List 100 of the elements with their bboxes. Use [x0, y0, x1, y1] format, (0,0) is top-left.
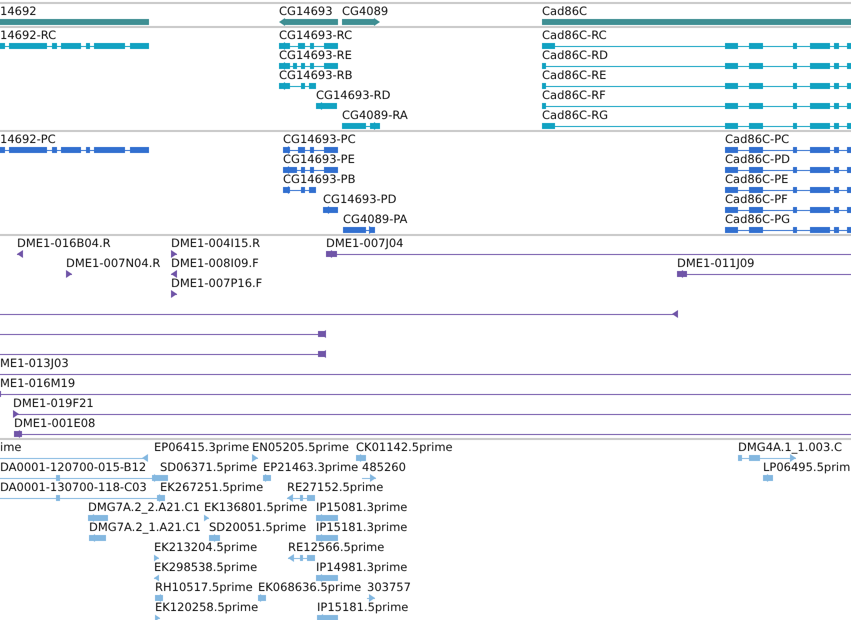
est-glyph[interactable]: [209, 534, 220, 542]
est-glyph[interactable]: [158, 474, 168, 482]
clone-glyph[interactable]: [13, 410, 851, 418]
est-glyph[interactable]: [154, 574, 159, 582]
est-glyph[interactable]: [316, 574, 338, 582]
est-glyph[interactable]: [367, 594, 375, 602]
feature-label: RE27152.5prime: [287, 481, 384, 494]
clone-glyph[interactable]: [66, 270, 72, 278]
est-glyph[interactable]: [0, 494, 165, 502]
protein-glyph[interactable]: [343, 226, 375, 234]
est-glyph[interactable]: [89, 534, 106, 542]
gene-bar[interactable]: [542, 18, 851, 26]
transcript-glyph[interactable]: [542, 122, 851, 130]
transcript-glyph[interactable]: [542, 82, 851, 90]
feature-label: EK298538.5prime: [154, 561, 258, 574]
feature-label: DME1-016B04.R: [17, 237, 111, 250]
transcript-glyph[interactable]: [542, 102, 851, 110]
protein-glyph[interactable]: [725, 146, 851, 154]
feature-label: EP06415.3prime: [154, 441, 250, 454]
gene-bar[interactable]: [342, 18, 380, 26]
feature-label: DME1-007P16.F: [171, 277, 262, 290]
protein-glyph[interactable]: [725, 206, 851, 214]
est-glyph[interactable]: [288, 554, 315, 562]
feature-label: CG14693-RB: [279, 69, 353, 82]
feature-label: Cad86C-PG: [725, 213, 790, 226]
feature-label: Cad86C-RE: [542, 69, 606, 82]
feature-label: CG4089: [342, 5, 388, 18]
protein-glyph[interactable]: [283, 146, 338, 154]
est-glyph[interactable]: [362, 474, 376, 482]
protein-glyph[interactable]: [0, 146, 149, 154]
feature-label: 14692-RC: [0, 29, 56, 42]
feature-label: Cad86C-RG: [542, 109, 608, 122]
est-glyph[interactable]: [287, 494, 315, 502]
feature-label: EP21463.3prime: [263, 461, 358, 474]
protein-glyph[interactable]: [323, 206, 338, 214]
protein-glyph[interactable]: [725, 186, 851, 194]
feature-label: DA0001-130700-118-C03: [0, 481, 147, 494]
feature-label: EK068636.5prime: [258, 581, 362, 594]
transcript-glyph[interactable]: [316, 102, 337, 110]
transcript-glyph[interactable]: [542, 42, 851, 50]
feature-label: CG14693-PC: [283, 133, 356, 146]
protein-glyph[interactable]: [725, 226, 851, 234]
feature-label: IP15181.5prime: [317, 601, 408, 614]
gene-bar[interactable]: [279, 18, 338, 26]
clone-glyph[interactable]: [0, 350, 326, 358]
est-glyph[interactable]: [356, 454, 366, 462]
feature-label: DME1-011J09: [677, 257, 754, 270]
feature-label: EK267251.5prime: [160, 481, 264, 494]
clone-glyph[interactable]: [17, 250, 23, 258]
transcript-glyph[interactable]: [542, 62, 851, 70]
est-glyph[interactable]: [738, 454, 796, 462]
transcript-glyph[interactable]: [342, 122, 380, 130]
feature-label: CG14693-RD: [316, 89, 391, 102]
est-glyph[interactable]: [0, 474, 160, 482]
clone-glyph[interactable]: [0, 310, 678, 318]
est-glyph[interactable]: [0, 454, 148, 462]
protein-glyph[interactable]: [283, 166, 338, 174]
est-glyph[interactable]: [317, 614, 338, 620]
feature-label: Cad86C-PE: [725, 173, 788, 186]
transcript-glyph[interactable]: [279, 42, 338, 50]
feature-label: CG4089-RA: [342, 109, 408, 122]
est-glyph[interactable]: [763, 474, 773, 482]
est-glyph[interactable]: [252, 454, 258, 462]
est-glyph[interactable]: [316, 514, 338, 522]
est-glyph[interactable]: [263, 474, 271, 482]
clone-glyph[interactable]: [0, 390, 851, 398]
transcript-glyph[interactable]: [0, 42, 149, 50]
est-glyph[interactable]: [258, 594, 266, 602]
feature-label: DA0001-120700-015-B12: [0, 461, 146, 474]
gene-bar[interactable]: [0, 18, 149, 26]
feature-label: Cad86C-RD: [542, 49, 608, 62]
feature-label: Cad86C-RF: [542, 89, 606, 102]
feature-label: CG14693-PE: [283, 153, 355, 166]
feature-label: DMG7A.2_1.A21.C1: [89, 521, 201, 534]
est-glyph[interactable]: [154, 554, 159, 562]
feature-label: 14692: [0, 5, 37, 18]
est-glyph[interactable]: [316, 534, 338, 542]
feature-label: IP15081.3prime: [316, 501, 408, 514]
clone-glyph[interactable]: [0, 330, 326, 338]
feature-label: LP06495.5prim: [763, 461, 850, 474]
clone-glyph[interactable]: [677, 270, 851, 278]
est-glyph[interactable]: [155, 594, 163, 602]
clone-glyph[interactable]: [14, 430, 851, 438]
protein-glyph[interactable]: [725, 166, 851, 174]
clone-glyph[interactable]: [171, 250, 177, 258]
clone-glyph[interactable]: [326, 250, 851, 258]
clone-glyph[interactable]: [171, 290, 177, 298]
est-glyph[interactable]: [155, 614, 160, 620]
clone-glyph[interactable]: [171, 270, 177, 278]
est-glyph[interactable]: [204, 514, 209, 522]
transcript-glyph[interactable]: [279, 82, 316, 90]
feature-label: CG4089-PA: [343, 213, 408, 226]
protein-glyph[interactable]: [283, 186, 316, 194]
feature-label: ime: [0, 441, 22, 454]
est-glyph[interactable]: [88, 514, 108, 522]
feature-label: EK136801.5prime: [204, 501, 308, 514]
feature-label: CG14693-PD: [323, 193, 396, 206]
feature-label: ME1-013J03: [0, 357, 69, 370]
feature-label: DME1-008I09.F: [171, 257, 259, 270]
transcript-glyph[interactable]: [279, 62, 338, 70]
